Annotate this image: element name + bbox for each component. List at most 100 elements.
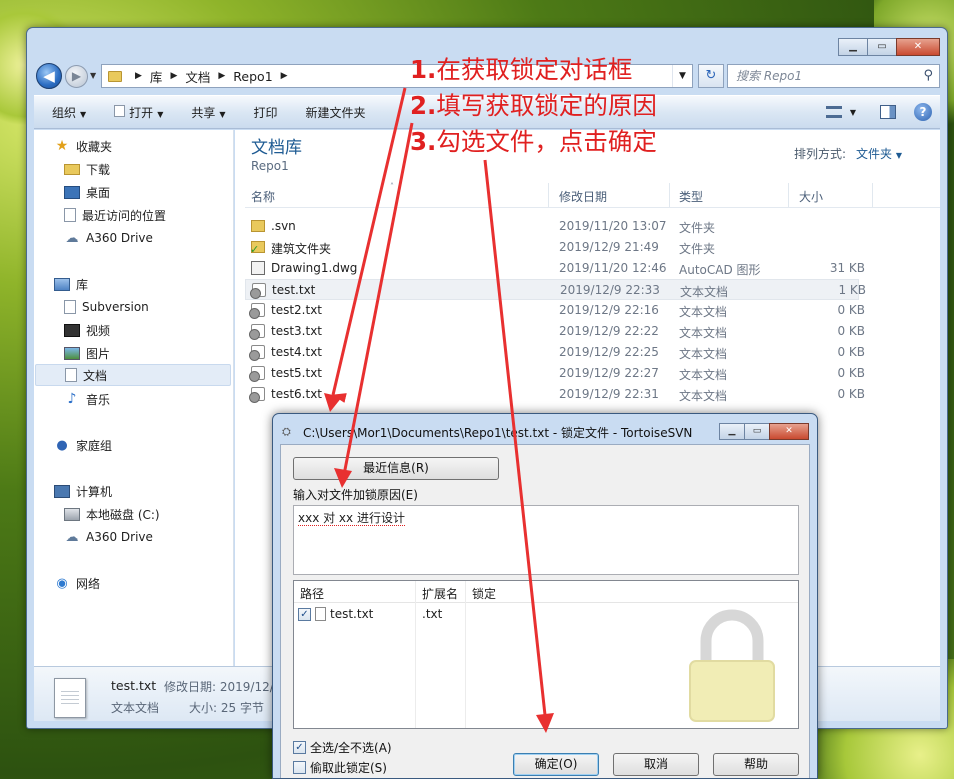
file-type: 文本文档 [679, 326, 728, 340]
list-item-path: test.txt [330, 607, 374, 621]
details-file-name: test.txt [111, 678, 157, 693]
column-divider[interactable] [669, 183, 670, 207]
annotation-number: 3. [410, 127, 437, 156]
sidebar-item-homegroup[interactable]: ● 家庭组 [54, 434, 112, 456]
column-header-name[interactable]: 名称 [251, 188, 275, 205]
refresh-button[interactable]: ↻ [698, 64, 724, 88]
dwg-file-icon [251, 261, 265, 275]
file-type: 文本文档 [679, 368, 728, 382]
sidebar-item-downloads[interactable]: 下载 [64, 158, 110, 180]
breadcrumb-repo1[interactable]: Repo1 [233, 69, 272, 84]
file-row[interactable]: test2.txt 2019/12/9 22:16 文本文档 0 KB [245, 300, 865, 321]
cloud-drive-icon: ☁ [65, 230, 79, 246]
recent-messages-button[interactable]: 最近信息(R) [293, 457, 499, 480]
forward-button[interactable]: ▶ [65, 65, 88, 88]
column-header-type[interactable]: 类型 [679, 188, 703, 205]
column-divider[interactable] [465, 581, 466, 728]
chevron-down-icon: ▼ [157, 109, 164, 119]
recent-pages-dropdown[interactable]: ▼ [90, 71, 96, 80]
file-size: 0 KB [837, 387, 865, 401]
sidebar-item-libraries[interactable]: 库 [54, 273, 88, 295]
help-button[interactable]: 帮助 [713, 753, 799, 776]
close-button[interactable]: ✕ [896, 38, 940, 56]
column-divider[interactable] [788, 183, 789, 207]
column-header-size[interactable]: 大小 [799, 188, 823, 205]
minimize-button[interactable]: ▁ [719, 423, 745, 440]
sidebar-item-label: A360 Drive [86, 231, 153, 245]
sidebar-item-a360-drive[interactable]: ☁ A360 Drive [64, 227, 153, 249]
sidebar-item-desktop[interactable]: 桌面 [64, 181, 110, 203]
select-all-checkbox-row[interactable]: ✓ 全选/全不选(A) [293, 739, 392, 756]
open-button[interactable]: 打开 ▼ [114, 104, 163, 121]
annotation-number: 1. [410, 55, 437, 84]
sidebar-item-label: A360 Drive [86, 530, 153, 544]
folder-icon [251, 220, 265, 232]
select-all-checkbox[interactable]: ✓ [293, 741, 306, 754]
column-header-path[interactable]: 路径 [300, 585, 324, 602]
library-icon [54, 277, 70, 291]
list-item-extension-cell: .txt [422, 607, 442, 621]
sidebar-item-documents[interactable]: 文档 [35, 364, 231, 386]
cancel-button[interactable]: 取消 [613, 753, 699, 776]
library-subtitle[interactable]: Repo1 [251, 159, 289, 173]
breadcrumb-separator: ▶ [218, 71, 226, 81]
lock-message-textarea[interactable]: xxx 对 xx 进行设计 [293, 505, 799, 575]
file-row[interactable]: test6.txt 2019/12/9 22:31 文本文档 0 KB [245, 384, 865, 405]
view-options-icon[interactable] [825, 106, 842, 118]
sidebar-item-computer[interactable]: 计算机 [54, 480, 112, 502]
breadcrumb-documents[interactable]: 文档 [185, 67, 210, 86]
sidebar-item-pictures[interactable]: 图片 [64, 342, 110, 364]
annotation-text: 填写获取锁定的原因 [436, 91, 657, 120]
sidebar-item-local-disk[interactable]: 本地磁盘 (C:) [64, 503, 160, 525]
sidebar-item-label: 网络 [76, 576, 101, 591]
column-header-date[interactable]: 修改日期 [559, 188, 607, 205]
file-row[interactable]: Drawing1.dwg 2019/11/20 12:46 AutoCAD 图形 31… [245, 258, 865, 279]
column-divider[interactable] [415, 581, 416, 728]
column-divider[interactable] [872, 183, 873, 207]
file-row-selected[interactable]: test.txt 2019/12/9 22:33 文本文档 1 KB [245, 279, 866, 300]
column-header-lock[interactable]: 锁定 [472, 585, 496, 602]
share-button[interactable]: 共享 ▼ [191, 104, 225, 121]
sidebar-item-videos[interactable]: 视频 [64, 319, 110, 341]
column-divider[interactable] [548, 183, 549, 207]
file-row[interactable]: test4.txt 2019/12/9 22:25 文本文档 0 KB [245, 342, 865, 363]
sidebar-item-music[interactable]: ♪ 音乐 [64, 388, 110, 410]
maximize-button[interactable]: ▭ [867, 38, 897, 56]
help-icon[interactable]: ? [914, 103, 932, 121]
sidebar-item-label: 图片 [86, 346, 111, 361]
address-dropdown-button[interactable]: ▼ [672, 65, 692, 87]
breadcrumb-library[interactable]: 库 [150, 67, 163, 86]
minimize-button[interactable]: ▁ [838, 38, 868, 56]
file-name: test6.txt [271, 387, 323, 401]
file-row[interactable]: .svn 2019/11/20 13:07 文件夹 [245, 216, 859, 237]
ok-button[interactable]: 确定(O) [513, 753, 599, 776]
file-row[interactable]: 建筑文件夹 2019/12/9 21:49 文件夹 [245, 237, 859, 258]
column-header-extension[interactable]: 扩展名 [422, 585, 458, 602]
sidebar-item-a360-drive-pc[interactable]: ☁ A360 Drive [64, 526, 153, 548]
sidebar-item-subversion[interactable]: Subversion [64, 296, 149, 318]
organize-button[interactable]: 组织 ▼ [52, 104, 86, 121]
file-row[interactable]: test3.txt 2019/12/9 22:22 文本文档 0 KB [245, 321, 865, 342]
search-input[interactable]: 搜索 Repo1 ⚲ [727, 64, 940, 88]
steal-lock-checkbox-row[interactable]: ✓ 偷取此锁定(S) [293, 759, 387, 776]
file-type: AutoCAD 图形 [679, 263, 761, 277]
file-type: 文件夹 [679, 221, 716, 235]
sidebar-item-favorites[interactable]: ★ 收藏夹 [54, 135, 112, 157]
preview-pane-icon[interactable] [880, 105, 896, 119]
list-item[interactable]: ✓ test.txt [298, 607, 373, 621]
file-row[interactable]: test5.txt 2019/12/9 22:27 文本文档 0 KB [245, 363, 865, 384]
sidebar-item-recent[interactable]: 最近访问的位置 [64, 204, 166, 226]
file-checkbox[interactable]: ✓ [298, 607, 311, 621]
text-file-icon [249, 366, 265, 382]
sidebar-item-network[interactable]: ◉ 网络 [54, 572, 100, 594]
chevron-down-icon[interactable]: ▼ [850, 108, 856, 117]
file-list[interactable]: 路径 扩展名 锁定 ✓ test.txt .txt [293, 580, 799, 729]
close-button[interactable]: ✕ [769, 423, 809, 440]
back-button[interactable]: ◀ [36, 63, 62, 89]
steal-lock-checkbox[interactable]: ✓ [293, 761, 306, 774]
new-folder-button[interactable]: 新建文件夹 [306, 104, 366, 121]
maximize-button[interactable]: ▭ [744, 423, 770, 440]
open-label: 打开 [129, 105, 154, 120]
print-button[interactable]: 打印 [254, 104, 278, 121]
arrange-dropdown[interactable]: 文件夹 ▼ [856, 147, 902, 161]
